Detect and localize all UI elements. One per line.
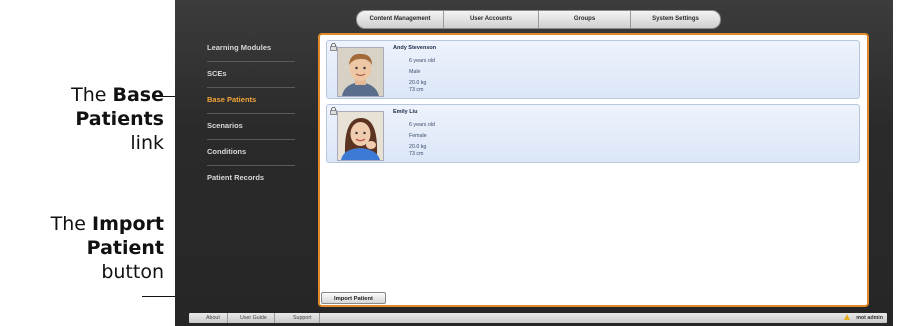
patient-name: Emily Liu bbox=[393, 109, 418, 115]
warning-icon bbox=[844, 314, 851, 320]
sidebar-item-conditions[interactable]: Conditions bbox=[207, 140, 295, 166]
callout-prefix: The bbox=[71, 84, 113, 106]
patient-card[interactable]: Andy Stevenson 6 years old Male 20.0 kg … bbox=[326, 40, 860, 99]
top-nav-tabs: Content Management User Accounts Groups … bbox=[356, 10, 721, 29]
sidebar-item-learning-modules[interactable]: Learning Modules bbox=[207, 36, 295, 62]
patient-sex: Female bbox=[409, 133, 427, 139]
callout-bold-import-patient: Import Patient bbox=[86, 213, 164, 259]
app-window: Content Management User Accounts Groups … bbox=[175, 0, 893, 326]
patient-age: 6 years old bbox=[409, 58, 435, 64]
callout-prefix: The bbox=[50, 213, 93, 235]
patient-sex: Male bbox=[409, 69, 421, 75]
patient-height: 73 cm bbox=[409, 87, 424, 93]
patient-photo-girl bbox=[337, 111, 384, 161]
patient-weight: 20.0 kg bbox=[409, 144, 427, 150]
import-patient-button[interactable]: Import Patient bbox=[321, 292, 386, 304]
callout-import-patient-suffix: button bbox=[101, 260, 164, 284]
patient-card[interactable]: Emily Liu 6 years old Female 20.0 kg 73 … bbox=[326, 104, 860, 163]
footer-link-about[interactable]: About bbox=[199, 313, 228, 323]
patient-age: 6 years old bbox=[409, 122, 435, 128]
callout-base-patients: The Base Patients bbox=[0, 83, 164, 131]
lock-icon[interactable] bbox=[330, 107, 337, 115]
current-user[interactable]: mot admin bbox=[844, 313, 883, 323]
tab-content-management[interactable]: Content Management bbox=[357, 11, 444, 28]
sidebar-item-patient-records[interactable]: Patient Records bbox=[207, 166, 295, 191]
footer-bar: About User Guide Support mot admin bbox=[189, 313, 887, 323]
callout-suffix: button bbox=[101, 261, 164, 283]
callout-import-patient: The Import Patient bbox=[0, 212, 164, 260]
user-name: mot admin bbox=[856, 315, 883, 321]
patient-weight: 20.0 kg bbox=[409, 80, 427, 86]
footer-link-support[interactable]: Support bbox=[286, 313, 320, 323]
patient-list-panel: Andy Stevenson 6 years old Male 20.0 kg … bbox=[318, 33, 869, 307]
lock-icon[interactable] bbox=[330, 43, 337, 51]
patient-photo-boy bbox=[337, 47, 384, 97]
sidebar-item-base-patients[interactable]: Base Patients bbox=[207, 88, 295, 114]
patient-name: Andy Stevenson bbox=[393, 45, 437, 51]
patient-height: 73 cm bbox=[409, 151, 424, 157]
tab-system-settings[interactable]: System Settings bbox=[631, 11, 720, 28]
callout-suffix: link bbox=[130, 132, 164, 154]
tab-user-accounts[interactable]: User Accounts bbox=[444, 11, 539, 28]
tab-groups[interactable]: Groups bbox=[539, 11, 631, 28]
footer-link-user-guide[interactable]: User Guide bbox=[233, 313, 275, 323]
sidebar-item-scenarios[interactable]: Scenarios bbox=[207, 114, 295, 140]
sidebar-item-sces[interactable]: SCEs bbox=[207, 62, 295, 88]
sidebar: Learning Modules SCEs Base Patients Scen… bbox=[207, 36, 295, 191]
callout-base-patients-suffix: link bbox=[130, 131, 164, 155]
